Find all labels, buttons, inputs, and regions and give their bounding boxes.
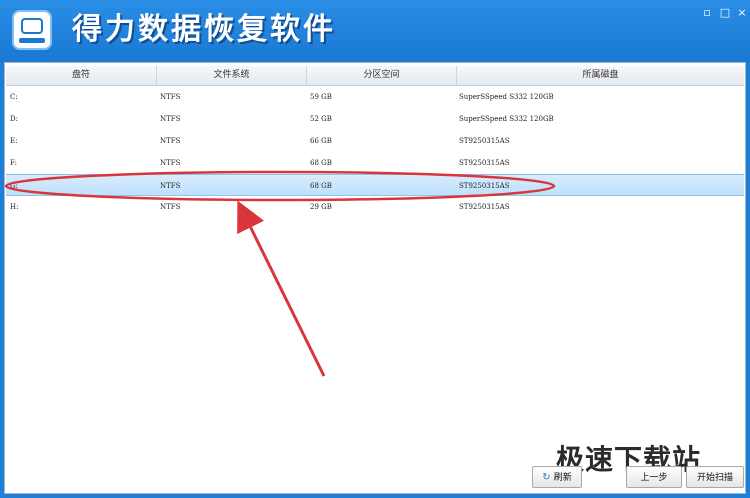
filesystem-cell: NTFS: [160, 93, 181, 101]
table-row-selected[interactable]: G: NTFS 68 GB ST9250315AS: [6, 174, 744, 196]
column-header-drive[interactable]: 盘符: [6, 66, 157, 85]
size-cell: 52 GB: [310, 115, 332, 123]
table-row[interactable]: C: NTFS 59 GB SuperSSpeed S332 120GB: [6, 86, 744, 108]
table-row[interactable]: D: NTFS 52 GB SuperSSpeed S332 120GB: [6, 108, 744, 130]
table-row[interactable]: F: NTFS 68 GB ST9250315AS: [6, 152, 744, 174]
close-icon[interactable]: ×: [735, 6, 749, 20]
column-header-size[interactable]: 分区空间: [307, 66, 457, 85]
disk-cell: ST9250315AS: [459, 203, 510, 211]
previous-step-button[interactable]: 上一步: [626, 466, 682, 488]
drive-cell: C:: [10, 93, 18, 101]
disk-cell: SuperSSpeed S332 120GB: [459, 115, 554, 123]
table-header: 盘符 文件系统 分区空间 所属磁盘: [6, 66, 744, 86]
filesystem-cell: NTFS: [160, 137, 181, 145]
drive-cell: D:: [10, 115, 18, 123]
drive-cell: F:: [10, 159, 17, 167]
table-row[interactable]: E: NTFS 66 GB ST9250315AS: [6, 130, 744, 152]
drive-cell: E:: [10, 137, 18, 145]
filesystem-cell: NTFS: [160, 203, 181, 211]
size-cell: 59 GB: [310, 93, 332, 101]
title-bar: 得力数据恢复软件 ▫ □ ×: [0, 0, 750, 62]
filesystem-cell: NTFS: [160, 115, 181, 123]
disk-cell: SuperSSpeed S332 120GB: [459, 93, 554, 101]
disk-cell: ST9250315AS: [459, 182, 510, 190]
refresh-button[interactable]: ↻ 刷新: [532, 466, 582, 488]
column-header-disk[interactable]: 所属磁盘: [457, 66, 744, 85]
size-cell: 29 GB: [310, 203, 332, 211]
size-cell: 68 GB: [310, 182, 332, 190]
drive-cell: G:: [10, 182, 18, 190]
maximize-icon[interactable]: □: [718, 6, 732, 20]
app-logo-icon: [12, 10, 52, 50]
app-window: 得力数据恢复软件 ▫ □ × 盘符 文件系统 分区空间 所属磁盘 C: NTFS…: [0, 0, 750, 498]
start-scan-button[interactable]: 开始扫描: [686, 466, 744, 488]
size-cell: 66 GB: [310, 137, 332, 145]
app-title: 得力数据恢复软件: [72, 12, 336, 47]
refresh-icon: ↻: [542, 472, 551, 483]
action-bar: ↻ 刷新 上一步 开始扫描: [520, 462, 750, 492]
partition-list-panel: 盘符 文件系统 分区空间 所属磁盘 C: NTFS 59 GB SuperSSp…: [4, 62, 746, 494]
minimize-icon[interactable]: ▫: [700, 6, 714, 20]
filesystem-cell: NTFS: [160, 182, 181, 190]
column-header-filesystem[interactable]: 文件系统: [157, 66, 307, 85]
disk-cell: ST9250315AS: [459, 137, 510, 145]
size-cell: 68 GB: [310, 159, 332, 167]
filesystem-cell: NTFS: [160, 159, 181, 167]
drive-cell: H:: [10, 203, 19, 211]
disk-cell: ST9250315AS: [459, 159, 510, 167]
table-row[interactable]: H: NTFS 29 GB ST9250315AS: [6, 196, 744, 218]
refresh-label: 刷新: [553, 473, 572, 483]
